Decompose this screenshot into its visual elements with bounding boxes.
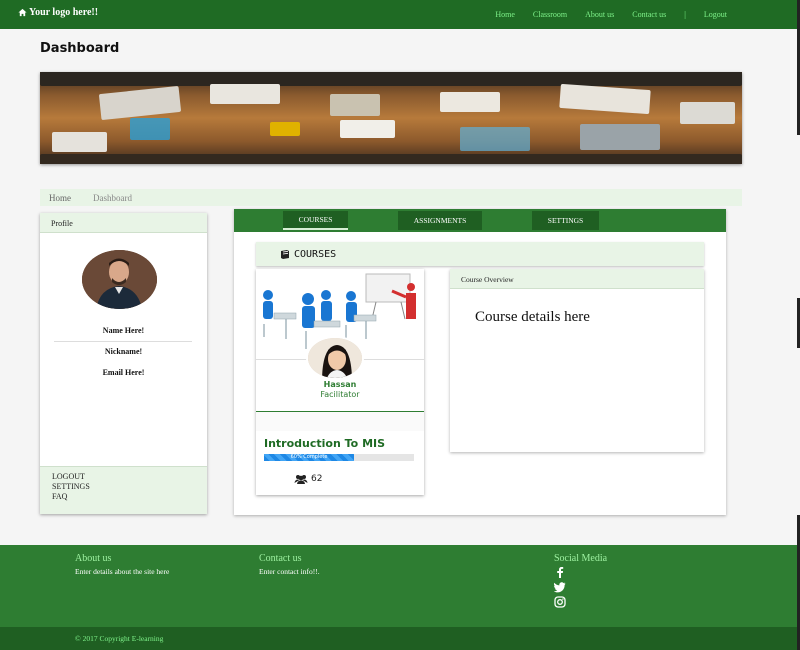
brand-logo[interactable]: Your logo here!! [18,7,98,18]
footer: About us Enter details about the site he… [0,545,800,627]
profile-nickname: Nickname! [104,347,143,356]
copyright-bar: © 2017 Copyright E-learning [0,627,800,650]
tab-assignments[interactable]: ASSIGNMENTS [398,211,482,230]
instagram-icon[interactable] [554,596,566,608]
banner-image [40,72,742,164]
profile-header: Profile [40,213,207,233]
nav-contact-link[interactable]: Contact us [632,10,666,19]
nav-logout-link[interactable]: Logout [704,10,727,19]
brand-text: Your logo here!! [29,7,99,18]
footer-social: Social Media [554,553,607,608]
breadcrumb-current: Dashboard [93,192,132,203]
course-overview-panel: Course Overview Course details here [450,269,704,452]
profile-email: Email Here! [102,368,145,377]
footer-about-text: Enter details about the site here [75,567,170,576]
course-overview-body: Course details here [475,309,590,325]
nav-about-link[interactable]: About us [585,10,614,19]
profile-avatar [82,250,157,309]
breadcrumb-home-link[interactable]: Home [49,193,71,203]
breadcrumb: Home Dashboard [40,189,742,206]
main-panel: COURSES ASSIGNMENTS SETTINGS COURSES Has… [234,209,726,515]
facilitator-name: Hassan [323,380,357,389]
facilitator-role: Facilitator [320,390,360,399]
nav-classroom-link[interactable]: Classroom [533,10,567,19]
nav-separator: | [684,10,686,19]
course-card[interactable]: Hassan Facilitator Introduction To MIS 6… [256,269,424,495]
footer-social-title: Social Media [554,553,608,564]
profile-name: Name Here! [102,326,145,335]
page-title: Dashboard [40,41,120,56]
enrolled-count-value: 62 [311,474,323,484]
footer-about: About us Enter details about the site he… [75,553,169,576]
twitter-icon[interactable] [554,581,566,593]
footer-contact: Contact us Enter contact info!!. [259,553,320,576]
courses-header: COURSES [256,242,704,266]
courses-header-label: COURSES [294,248,337,260]
home-icon [18,8,27,17]
course-title[interactable]: Introduction To MIS [264,437,385,450]
tab-bar: COURSES ASSIGNMENTS SETTINGS [234,209,726,232]
enrolled-count: 62 [294,474,322,484]
profile-links: LOGOUT SETTINGS FAQ [40,466,207,514]
footer-about-title: About us [75,553,112,564]
profile-settings-link[interactable]: SETTINGS [52,482,195,492]
profile-logout-link[interactable]: LOGOUT [52,472,195,482]
tab-courses[interactable]: COURSES [283,211,348,230]
nav-home-link[interactable]: Home [495,10,515,19]
profile-panel: Profile Name Here! Nickname! Email Here!… [40,213,207,514]
book-icon [281,250,289,259]
nav-links: Home Classroom About us Contact us | Log… [495,10,727,19]
footer-contact-title: Contact us [259,553,302,564]
course-progress-bar: 60% Complete [264,454,414,461]
users-icon [294,475,308,484]
facilitator-avatar [306,336,364,380]
facebook-icon[interactable] [554,566,566,578]
card-spacer [256,412,424,431]
footer-contact-text: Enter contact info!!. [259,567,320,576]
top-navbar: Your logo here!! Home Classroom About us… [0,0,800,29]
course-progress-fill: 60% Complete [264,454,354,461]
profile-faq-link[interactable]: FAQ [52,492,195,502]
profile-divider [54,341,192,342]
tab-settings[interactable]: SETTINGS [532,211,599,230]
course-overview-header: Course Overview [450,269,704,289]
